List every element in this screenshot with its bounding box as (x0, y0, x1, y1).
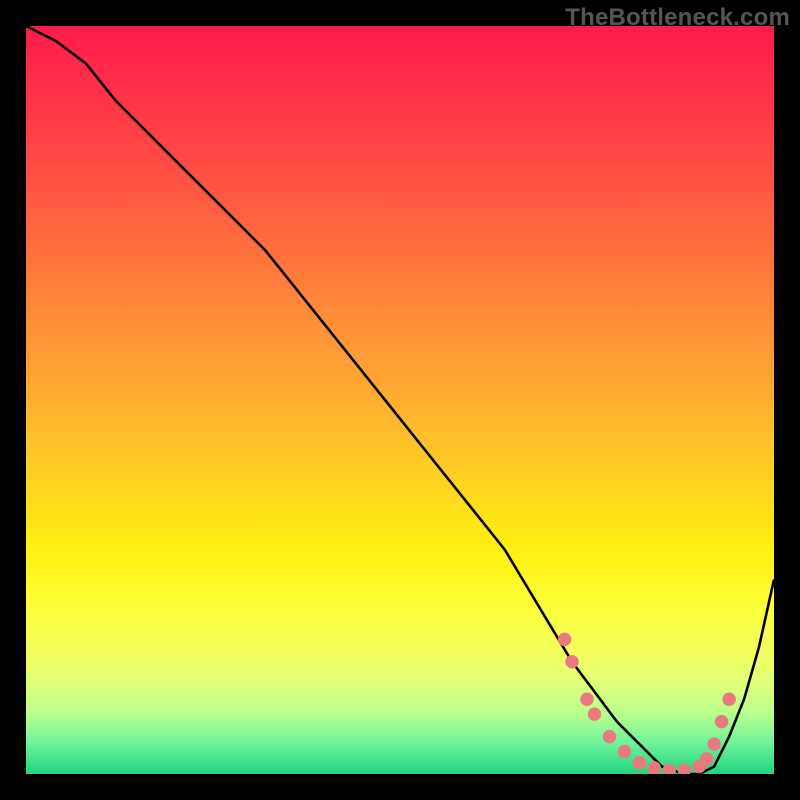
curve-point (558, 633, 571, 646)
curve-point (663, 764, 676, 774)
curve-point (722, 692, 735, 705)
curve-point (580, 692, 593, 705)
curve-point (618, 745, 631, 758)
curve-point (633, 756, 646, 769)
chart-frame: TheBottleneck.com (0, 0, 800, 800)
curve-point (678, 764, 691, 774)
plot-area (26, 26, 774, 774)
curve-point (603, 730, 616, 743)
curve-point (715, 715, 728, 728)
watermark-text: TheBottleneck.com (565, 4, 790, 32)
curve-point (700, 752, 713, 765)
curve-point (588, 707, 601, 720)
curve-point (565, 655, 578, 668)
curve-layer (26, 26, 774, 774)
bottleneck-curve (26, 26, 774, 774)
curve-point (707, 737, 720, 750)
